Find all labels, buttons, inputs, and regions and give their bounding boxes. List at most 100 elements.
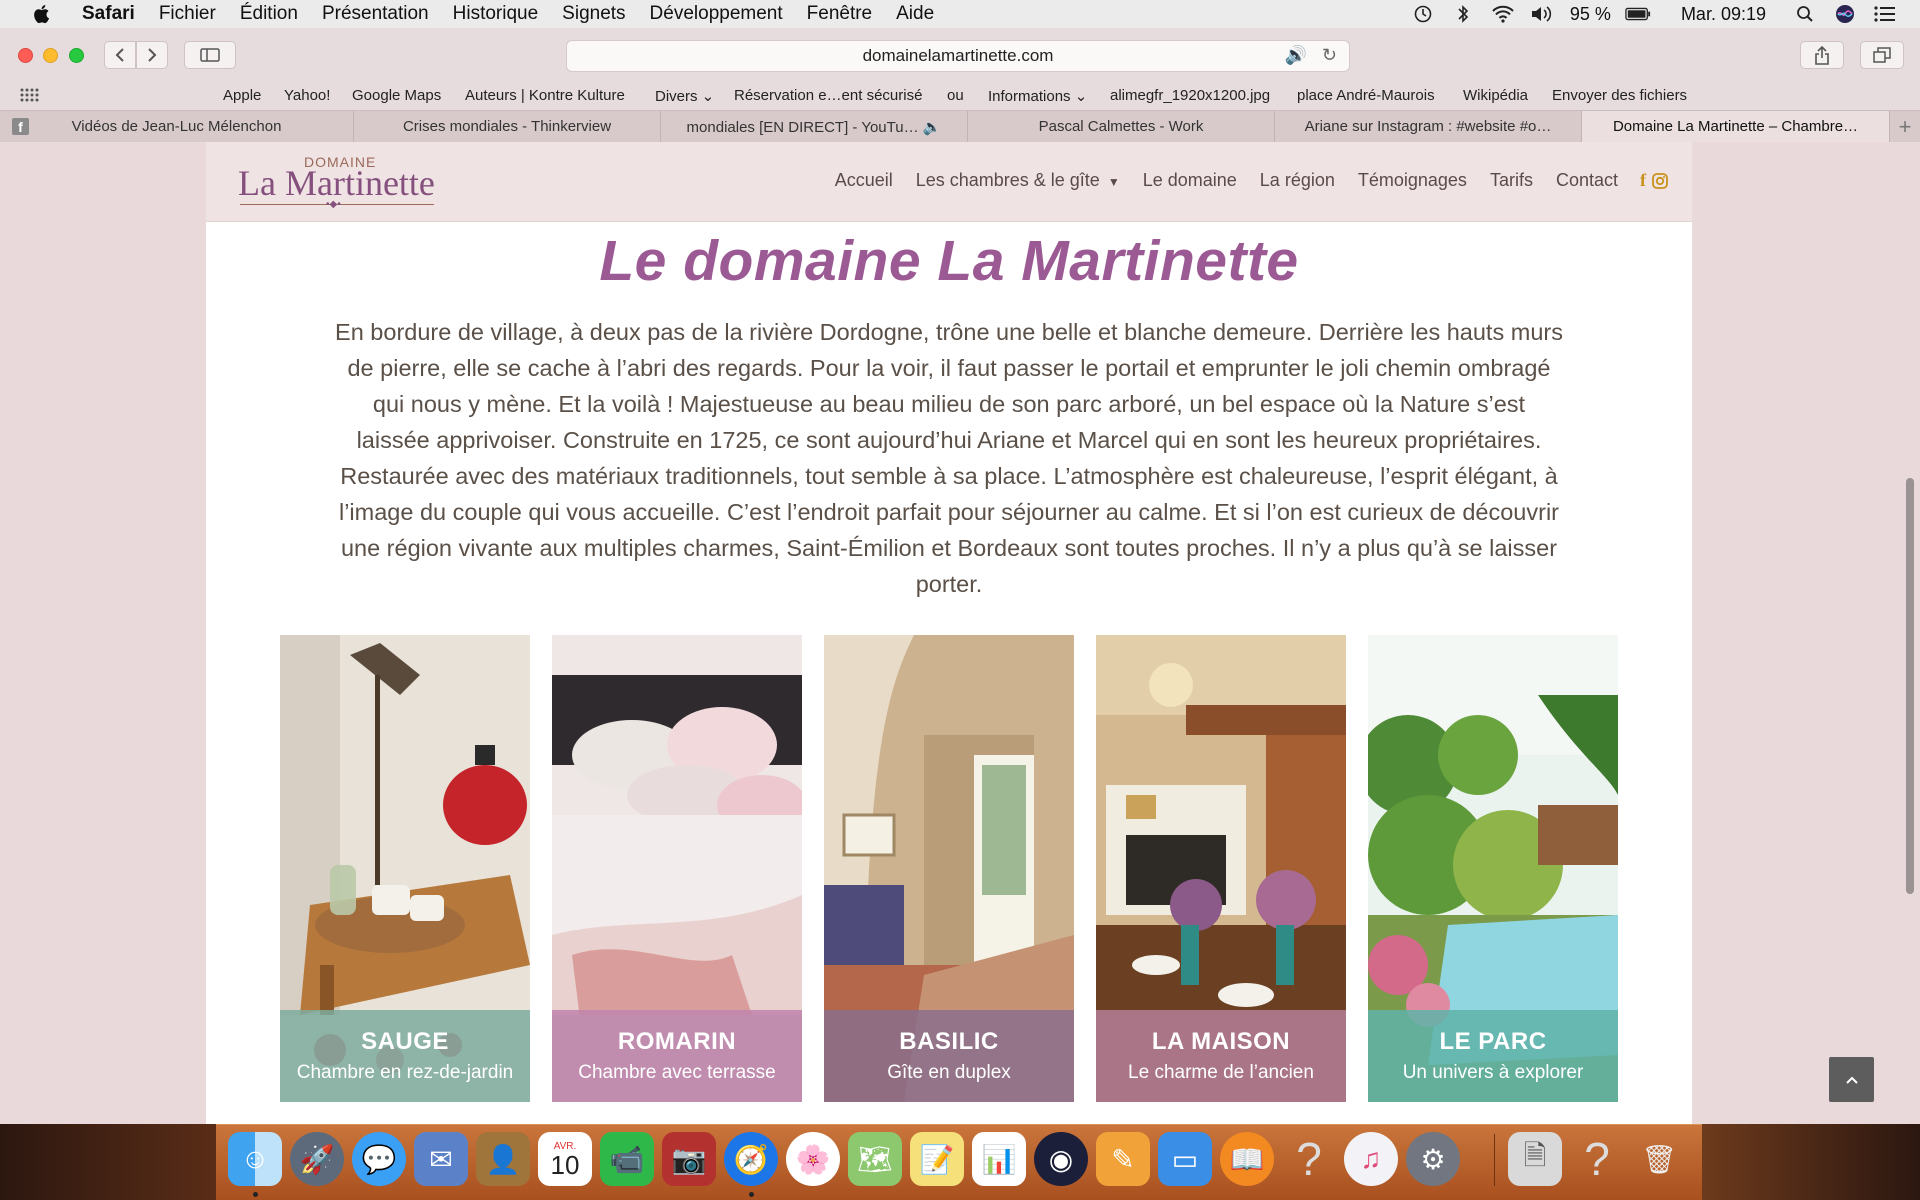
card-sauge[interactable]: SAUGE Chambre en rez-de-jardin [280,635,530,1102]
facebook-favicon-icon: f [12,118,29,135]
new-tab-button[interactable]: + [1890,111,1920,142]
nav-le-domaine[interactable]: Le domaine [1143,170,1237,191]
contacts-icon[interactable]: 👤 [476,1132,530,1186]
nav-contact[interactable]: Contact [1556,170,1618,191]
bookmark-kontre-kulture[interactable]: Auteurs | Kontre Kulture [465,87,625,104]
card-subtitle: Chambre en rez-de-jardin [296,1062,514,1083]
tabs-overview-button[interactable] [1860,41,1904,69]
bookmark-ou[interactable]: ou [947,87,964,104]
safari-icon[interactable]: 🧭 [724,1132,778,1186]
nav-chambres-gite[interactable]: Les chambres & le gîte ▼ [916,170,1120,191]
wifi-icon[interactable] [1490,3,1516,25]
maps-icon[interactable]: 🗺 [848,1132,902,1186]
photo-booth-icon[interactable]: 📷 [662,1132,716,1186]
downloads-folder-icon[interactable]: 🗎 [1508,1132,1562,1186]
tab-melenchon[interactable]: f Vidéos de Jean-Luc Mélenchon [0,111,354,142]
unknown-stack-icon[interactable]: ? [1570,1132,1624,1186]
bookmark-google-maps[interactable]: Google Maps [352,87,441,104]
keynote-icon[interactable]: ▭ [1158,1132,1212,1186]
apps-grid-icon[interactable] [20,88,40,104]
menu-aide[interactable]: Aide [896,3,934,25]
notes-icon[interactable]: 📝 [910,1132,964,1186]
bookmark-apple[interactable]: Apple [223,87,261,104]
messages-icon[interactable]: 💬 [352,1132,406,1186]
bookmark-folder-informations[interactable]: Informations ⌄ [988,87,1087,105]
address-bar[interactable]: domainelamartinette.com 🔊 ↻ [566,40,1350,72]
minimize-window-button[interactable] [43,48,58,63]
numbers-icon[interactable]: 📊 [972,1132,1026,1186]
card-le-parc[interactable]: LE PARC Un univers à explorer [1368,635,1618,1102]
bookmark-reservation[interactable]: Réservation e…ent sécurisé [734,87,922,104]
menu-presentation[interactable]: Présentation [322,3,429,25]
close-window-button[interactable] [18,48,33,63]
ibooks-icon[interactable]: 📖 [1220,1132,1274,1186]
system-preferences-icon[interactable]: ⚙ [1406,1132,1460,1186]
page-scrollbar[interactable] [1906,478,1914,894]
trash-icon[interactable]: 🗑 [1632,1132,1686,1186]
bookmark-folder-divers[interactable]: Divers ⌄ [655,87,714,105]
notification-center-icon[interactable] [1872,3,1898,25]
card-subtitle: Gîte en duplex [887,1062,1011,1083]
web-viewport: DOMAINE La Martinette •◆• Accueil Les ch… [0,142,1920,1124]
bookmark-alimegfr[interactable]: alimegfr_1920x1200.jpg [1110,87,1270,104]
siri-dock-icon[interactable]: ◉ [1034,1132,1088,1186]
reload-icon[interactable]: ↻ [1322,45,1337,66]
tab-calmettes[interactable]: Pascal Calmettes - Work [968,111,1275,142]
calendar-icon[interactable]: AVR. 10 [538,1132,592,1186]
facetime-icon[interactable]: 📹 [600,1132,654,1186]
tab-la-martinette[interactable]: Domaine La Martinette – Chambre… [1582,111,1890,142]
bookmark-place-andre-maurois[interactable]: place André-Maurois [1297,87,1435,104]
time-machine-icon[interactable] [1410,3,1436,25]
card-romarin[interactable]: ROMARIN Chambre avec terrasse [552,635,802,1102]
battery-percent: 95 % [1569,3,1611,24]
menu-developpement[interactable]: Développement [650,3,783,25]
url-text[interactable]: domainelamartinette.com [863,46,1054,66]
menu-historique[interactable]: Historique [453,3,539,25]
card-la-maison[interactable]: LA MAISON Le charme de l’ancien [1096,635,1346,1102]
spotlight-icon[interactable] [1792,3,1818,25]
bookmark-yahoo[interactable]: Yahoo! [284,87,330,104]
launchpad-icon[interactable]: 🚀 [290,1132,344,1186]
volume-icon[interactable] [1530,3,1556,25]
share-button[interactable] [1800,41,1844,69]
finder-icon[interactable]: ☺ [228,1132,282,1186]
page-title: Le domaine La Martinette [599,229,1299,293]
zoom-window-button[interactable] [69,48,84,63]
battery-icon[interactable] [1625,3,1651,25]
sidebar-toggle-button[interactable] [184,41,236,69]
site-page: DOMAINE La Martinette •◆• Accueil Les ch… [206,142,1692,1124]
siri-icon[interactable] [1832,3,1858,25]
menu-fichier[interactable]: Fichier [159,3,216,25]
scroll-to-top-button[interactable] [1829,1057,1874,1102]
menu-app-name[interactable]: Safari [82,3,135,25]
forward-button[interactable] [136,41,168,69]
speaker-icon[interactable]: 🔊 [1285,45,1307,66]
back-button[interactable] [104,41,136,69]
bookmark-envoyer-fichiers[interactable]: Envoyer des fichiers [1552,87,1687,104]
mail-icon[interactable]: ✉ [414,1132,468,1186]
tab-instagram[interactable]: Ariane sur Instagram : #website #o… [1275,111,1582,142]
facebook-icon[interactable]: f [1640,170,1646,191]
nav-la-region[interactable]: La région [1260,170,1335,191]
card-basilic[interactable]: BASILIC Gîte en duplex [824,635,1074,1102]
nav-temoignages[interactable]: Témoignages [1358,170,1467,191]
apple-icon[interactable] [26,4,56,24]
clock[interactable]: Mar. 09:19 [1681,4,1766,25]
chevron-right-icon [148,48,157,62]
menu-fenetre[interactable]: Fenêtre [807,3,872,25]
tab-bar: f Vidéos de Jean-Luc Mélenchon Crises mo… [0,110,1920,142]
bookmark-wikipedia[interactable]: Wikipédia [1463,87,1528,104]
itunes-icon[interactable]: ♫ [1344,1132,1398,1186]
instagram-icon[interactable] [1652,172,1668,189]
menu-edition[interactable]: Édition [240,3,298,25]
pages-icon[interactable]: ✎ [1096,1132,1150,1186]
site-header: DOMAINE La Martinette •◆• Accueil Les ch… [206,142,1692,222]
bluetooth-icon[interactable] [1450,3,1476,25]
nav-accueil[interactable]: Accueil [835,170,893,191]
unknown-app-icon[interactable]: ? [1282,1132,1336,1186]
tab-thinkerview[interactable]: Crises mondiales - Thinkerview [354,111,661,142]
tab-youtube-live[interactable]: mondiales [EN DIRECT] - YouTu… 🔈 [661,111,968,142]
photos-icon[interactable]: 🌸 [786,1132,840,1186]
nav-tarifs[interactable]: Tarifs [1490,170,1533,191]
menu-signets[interactable]: Signets [562,3,625,25]
